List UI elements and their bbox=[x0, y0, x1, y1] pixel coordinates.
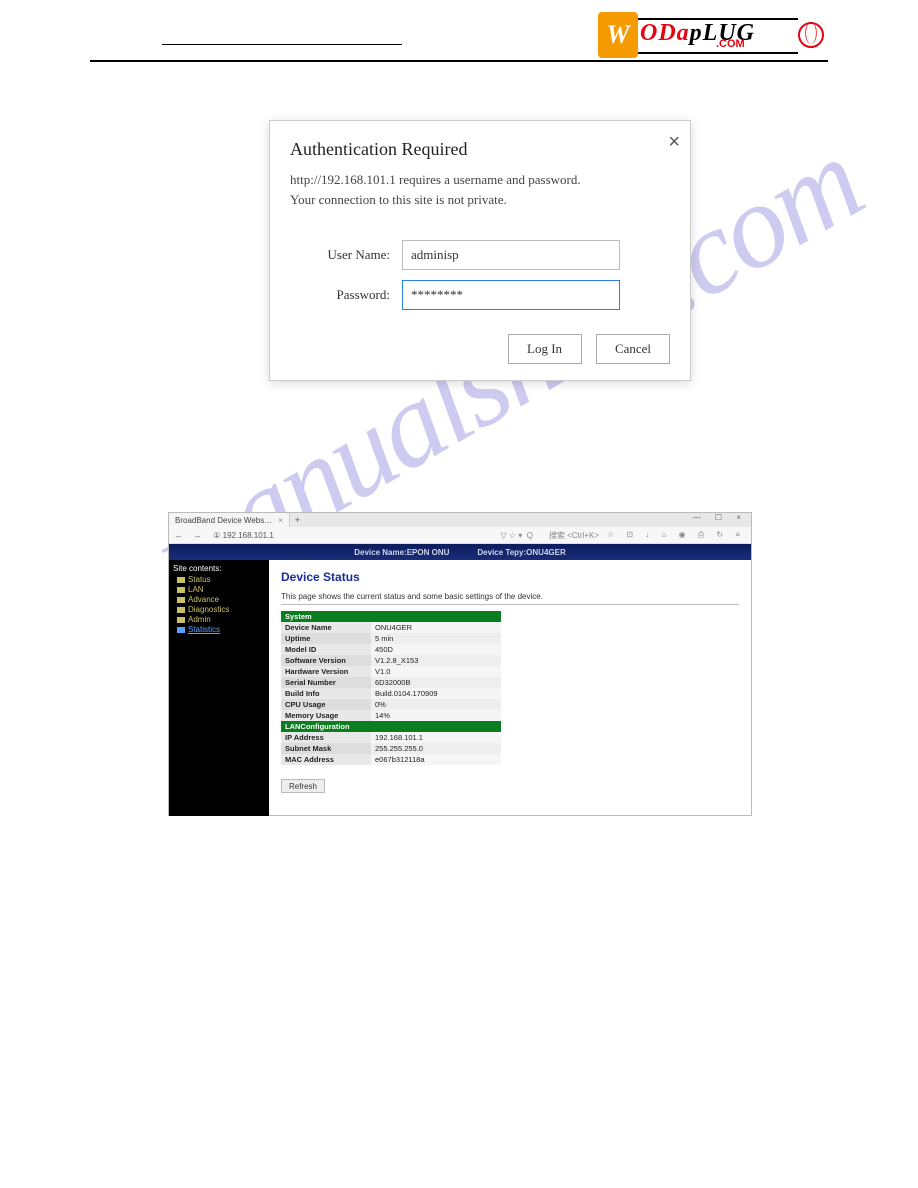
page-header: W ODapLUG .COM bbox=[90, 12, 828, 72]
auth-dialog: × Authentication Required http://192.168… bbox=[269, 120, 691, 381]
sidebar-item-label: Statistics bbox=[188, 625, 220, 634]
tab-bar: BroadBand Device Webs… × + — ☐ × bbox=[169, 513, 751, 527]
sidebar-item-status[interactable]: Status bbox=[177, 575, 265, 584]
logo-w-icon: W bbox=[598, 12, 638, 58]
shield-icon[interactable]: ▽ ☆ ▾ Q bbox=[501, 531, 533, 540]
logo-com: .COM bbox=[716, 38, 745, 50]
row-value: V1.0 bbox=[371, 666, 501, 677]
table-row: Hardware VersionV1.0 bbox=[281, 666, 501, 677]
table-row: Device NameONU4GER bbox=[281, 622, 501, 633]
new-tab-button[interactable]: + bbox=[290, 515, 305, 525]
sidebar-item-diagnostics[interactable]: Diagnostics bbox=[177, 605, 265, 614]
banner-device-type: Device Tepy:ONU4GER bbox=[477, 548, 565, 557]
folder-icon bbox=[177, 607, 185, 613]
sidebar-item-label: Diagnostics bbox=[188, 605, 229, 614]
table-row: Build InfoBuild.0104.170909 bbox=[281, 688, 501, 699]
sidebar-item-label: Admin bbox=[188, 615, 211, 624]
folder-icon bbox=[177, 587, 185, 593]
username-input[interactable] bbox=[402, 240, 620, 270]
row-value: Build.0104.170909 bbox=[371, 688, 501, 699]
browser-window: BroadBand Device Webs… × + — ☐ × ← → ① 1… bbox=[168, 512, 752, 816]
table-row: MAC Addresse067b312118a bbox=[281, 754, 501, 765]
page-title: Device Status bbox=[281, 570, 739, 584]
row-key: Hardware Version bbox=[281, 666, 371, 677]
browser-tab[interactable]: BroadBand Device Webs… × bbox=[169, 513, 290, 527]
toolbar-icons[interactable]: ☆ ⊡ ↓ ⌂ ◉ ⎙ ↻ ≡ bbox=[607, 530, 745, 540]
auth-title: Authentication Required bbox=[290, 139, 670, 160]
row-value: 450D bbox=[371, 644, 501, 655]
row-value: ONU4GER bbox=[371, 622, 501, 633]
sidebar: Site contents: StatusLANAdvanceDiagnosti… bbox=[169, 560, 269, 816]
table-row: Uptime5 min bbox=[281, 633, 501, 644]
username-label: User Name: bbox=[290, 247, 390, 263]
logo-text-dark: ODa bbox=[640, 20, 690, 46]
status-table: SystemDevice NameONU4GERUptime5 minModel… bbox=[281, 611, 501, 765]
nav-back-icon[interactable]: ← → bbox=[175, 531, 205, 540]
row-value: 192.168.101.1 bbox=[371, 732, 501, 743]
row-value: e067b312118a bbox=[371, 754, 501, 765]
row-key: Software Version bbox=[281, 655, 371, 666]
folder-icon bbox=[177, 577, 185, 583]
table-row: IP Address192.168.101.1 bbox=[281, 732, 501, 743]
site-info-icon[interactable]: ① bbox=[213, 531, 220, 540]
globe-icon bbox=[796, 16, 828, 54]
table-row: Subnet Mask255.255.255.0 bbox=[281, 743, 501, 754]
row-key: Device Name bbox=[281, 622, 371, 633]
row-key: MAC Address bbox=[281, 754, 371, 765]
folder-icon bbox=[177, 627, 185, 633]
password-input[interactable] bbox=[402, 280, 620, 310]
tab-title: BroadBand Device Webs… bbox=[175, 516, 272, 525]
row-value: V1.2.8_X153 bbox=[371, 655, 501, 666]
table-group-header: LANConfiguration bbox=[281, 721, 501, 732]
table-group-header: System bbox=[281, 611, 501, 622]
header-underline bbox=[162, 44, 402, 45]
row-key: Build Info bbox=[281, 688, 371, 699]
sidebar-item-admin[interactable]: Admin bbox=[177, 615, 265, 624]
sidebar-item-advance[interactable]: Advance bbox=[177, 595, 265, 604]
window-controls[interactable]: — ☐ × bbox=[693, 513, 747, 522]
url-bar: ← → ① 192.168.101.1 ▽ ☆ ▾ Q 搜索 <Ctrl+K> … bbox=[169, 527, 751, 544]
banner-device-name: Device Name:EPON ONU bbox=[354, 548, 449, 557]
password-label: Password: bbox=[290, 287, 390, 303]
page-description: This page shows the current status and s… bbox=[281, 592, 739, 605]
row-value: 0% bbox=[371, 699, 501, 710]
close-icon[interactable]: × bbox=[668, 131, 680, 154]
search-hint: 搜索 <Ctrl+K> bbox=[549, 530, 599, 541]
header-rule bbox=[90, 60, 828, 62]
sidebar-item-label: Status bbox=[188, 575, 211, 584]
url-text[interactable]: 192.168.101.1 bbox=[223, 531, 493, 540]
row-key: Uptime bbox=[281, 633, 371, 644]
device-banner: Device Name:EPON ONU Device Tepy:ONU4GER bbox=[169, 544, 751, 560]
cancel-button[interactable]: Cancel bbox=[596, 334, 670, 364]
row-key: Serial Number bbox=[281, 677, 371, 688]
folder-icon bbox=[177, 597, 185, 603]
sidebar-header: Site contents: bbox=[173, 564, 265, 573]
login-button[interactable]: Log In bbox=[508, 334, 582, 364]
table-row: Model ID450D bbox=[281, 644, 501, 655]
wodaplug-logo: W ODapLUG .COM bbox=[598, 12, 828, 58]
main-content: Device Status This page shows the curren… bbox=[269, 560, 751, 816]
refresh-button[interactable]: Refresh bbox=[281, 779, 325, 793]
row-key: IP Address bbox=[281, 732, 371, 743]
auth-message-2: Your connection to this site is not priv… bbox=[290, 192, 670, 208]
row-key: Subnet Mask bbox=[281, 743, 371, 754]
folder-icon bbox=[177, 617, 185, 623]
sidebar-item-label: LAN bbox=[188, 585, 204, 594]
row-value: 255.255.255.0 bbox=[371, 743, 501, 754]
tab-close-icon[interactable]: × bbox=[278, 516, 283, 525]
table-row: Serial Number6D32000B bbox=[281, 677, 501, 688]
sidebar-item-lan[interactable]: LAN bbox=[177, 585, 265, 594]
row-key: CPU Usage bbox=[281, 699, 371, 710]
row-value: 14% bbox=[371, 710, 501, 721]
row-value: 5 min bbox=[371, 633, 501, 644]
row-key: Memory Usage bbox=[281, 710, 371, 721]
table-row: Memory Usage14% bbox=[281, 710, 501, 721]
row-key: Model ID bbox=[281, 644, 371, 655]
row-value: 6D32000B bbox=[371, 677, 501, 688]
table-row: CPU Usage0% bbox=[281, 699, 501, 710]
table-row: Software VersionV1.2.8_X153 bbox=[281, 655, 501, 666]
auth-message-1: http://192.168.101.1 requires a username… bbox=[290, 172, 670, 188]
sidebar-item-label: Advance bbox=[188, 595, 219, 604]
sidebar-item-statistics[interactable]: Statistics bbox=[177, 625, 265, 634]
